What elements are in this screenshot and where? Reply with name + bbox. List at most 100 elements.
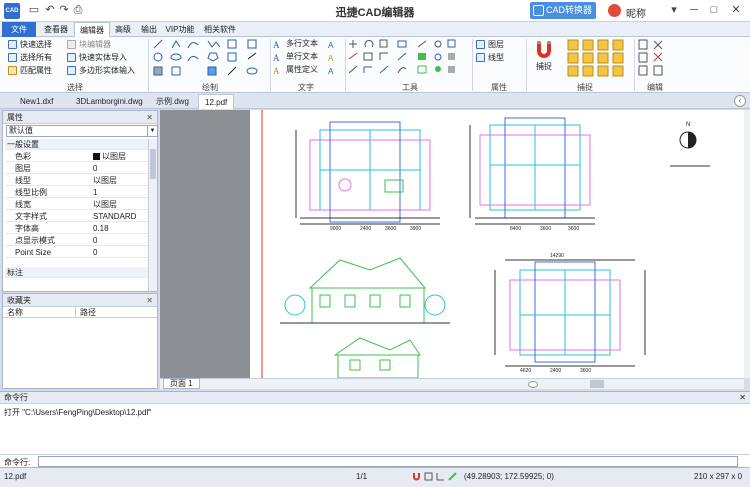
group-label-edit: 编辑 xyxy=(647,83,663,92)
tab-advanced[interactable]: 高级 xyxy=(112,22,134,37)
erase-icon xyxy=(435,66,441,72)
avatar[interactable] xyxy=(608,4,621,17)
mtext-button[interactable]: 多行文本 xyxy=(274,38,318,49)
copy-clip-icon xyxy=(638,39,648,50)
separator xyxy=(270,39,271,91)
prop-row[interactable]: 色彩 以图层 xyxy=(5,151,148,162)
prop-row[interactable]: 字体高 0.18 xyxy=(5,223,148,234)
quick-solid-import-button[interactable]: 快速实体导入 xyxy=(67,52,127,63)
brush-icon xyxy=(247,52,257,60)
dimension-label: 3600 xyxy=(568,226,580,232)
text-find-icon: A xyxy=(328,67,334,76)
canvas-vertical-scrollbar[interactable] xyxy=(744,110,750,378)
polygon-icon xyxy=(207,52,219,62)
canvas-horizontal-scrollbar[interactable] xyxy=(160,378,744,389)
column-path[interactable]: 路径 xyxy=(75,307,96,318)
drawing-canvas[interactable]: 9000 2400 3600 3900 8400 3600 3600 14290… xyxy=(160,110,744,378)
section-general[interactable]: 一般设置 xyxy=(5,139,148,150)
pen-icon xyxy=(227,66,237,76)
linetype-button[interactable]: 线型 xyxy=(476,52,504,63)
draw-tools-grid xyxy=(153,39,258,76)
snap-intersection-icon xyxy=(582,52,594,64)
doc-tab-example[interactable]: 示例.dwg xyxy=(150,94,195,109)
region-icon xyxy=(171,66,181,76)
match-properties-button[interactable]: 匹配属性 xyxy=(8,65,52,76)
insert-icon xyxy=(247,39,257,49)
attdef-button[interactable]: 属性定义 xyxy=(274,64,318,75)
layer-button[interactable]: 图层 xyxy=(476,39,504,50)
title-bar: CAD ▭ ↶ ↷ ⎙ 迅捷CAD编辑器 CAD转换器 昵称 ▾ ─ □ ✕ xyxy=(0,0,750,22)
column-name[interactable]: 名称 xyxy=(7,307,23,318)
group-label-select: 选择 xyxy=(67,83,83,92)
ortho-toggle-icon[interactable] xyxy=(436,472,445,481)
tab-scroll-icon[interactable]: ‹ xyxy=(734,95,746,107)
scrollbar-thumb[interactable] xyxy=(590,380,604,388)
explode-icon xyxy=(418,53,426,60)
ellipse-icon xyxy=(170,53,182,61)
rect-icon xyxy=(227,39,237,49)
elevation-1 xyxy=(280,257,450,324)
arc-icon xyxy=(187,42,199,49)
username[interactable]: 昵称 xyxy=(626,5,646,20)
trim-icon xyxy=(417,40,427,48)
close-icon[interactable]: ✕ xyxy=(146,294,153,307)
prop-row[interactable]: 线宽 以图层 xyxy=(5,199,148,210)
tab-viewer[interactable]: 查看器 xyxy=(40,22,72,37)
dimension-label: 4620 xyxy=(520,368,532,374)
prop-row[interactable]: 文字样式 STANDARD xyxy=(5,211,148,222)
polygon-solid-input-icon xyxy=(67,66,76,75)
prop-row[interactable]: 线型比例 1 xyxy=(5,187,148,198)
snap-button[interactable]: 捕捉 xyxy=(530,39,558,79)
text-style-icon: A xyxy=(328,41,334,50)
dimension-label: 3900 xyxy=(410,226,422,232)
scrollbar-thumb[interactable] xyxy=(150,149,156,179)
snap-midpoint-icon xyxy=(582,39,594,51)
select-all-button[interactable]: 选择所有 xyxy=(8,52,52,63)
chevron-down-icon: ▼ xyxy=(147,126,157,136)
block-editor-button[interactable]: 块编辑器 xyxy=(67,39,111,50)
status-file: 12.pdf xyxy=(4,472,27,481)
tab-editor[interactable]: 编辑器 xyxy=(74,22,110,38)
snap-modes-grid xyxy=(567,39,624,77)
dimension-label: 3600 xyxy=(385,226,397,232)
prop-row[interactable]: Point Size 0 xyxy=(5,247,148,258)
snap-nearest-icon xyxy=(582,65,594,77)
close-icon[interactable]: ✕ xyxy=(728,3,744,18)
section-annotation[interactable]: 标注 xyxy=(5,267,148,278)
page-tab-1[interactable]: 页面 1 xyxy=(163,378,200,389)
snap-toggle-icon[interactable] xyxy=(412,472,421,481)
tab-output[interactable]: 输出 xyxy=(138,22,160,37)
group-label-properties: 属性 xyxy=(491,83,507,92)
skin-icon[interactable]: ▾ xyxy=(666,3,682,18)
command-input[interactable] xyxy=(38,456,738,467)
status-page: 1/1 xyxy=(356,472,368,481)
quick-select-button[interactable]: 快速选择 xyxy=(8,39,52,50)
color-swatch xyxy=(93,153,100,160)
stext-button[interactable]: 单行文本 xyxy=(274,51,318,62)
dimension-label: 2400 xyxy=(550,368,562,374)
edit-icons xyxy=(638,39,663,76)
polygon-solid-input-button[interactable]: 多边形实体输入 xyxy=(67,65,135,76)
scroll-left-icon[interactable] xyxy=(528,381,538,388)
prop-row[interactable]: 点显示模式 0 xyxy=(5,235,148,246)
tab-vip[interactable]: VIP功能 xyxy=(164,22,196,37)
properties-filter-select[interactable]: 默认值 ▼ xyxy=(6,125,158,137)
snap-extension-icon xyxy=(612,65,624,77)
maximize-icon[interactable]: □ xyxy=(706,3,722,18)
tab-related-software[interactable]: 相关软件 xyxy=(200,22,240,37)
minimize-icon[interactable]: ─ xyxy=(686,3,702,18)
doc-tab-12pdf[interactable]: 12.pdf xyxy=(198,94,235,109)
prop-row[interactable]: 线型 以图层 xyxy=(5,175,148,186)
doc-tab-new1[interactable]: New1.dxf xyxy=(14,94,59,109)
close-icon[interactable]: ✕ xyxy=(146,111,153,124)
grid-toggle-icon[interactable] xyxy=(424,472,433,481)
cad-converter-button[interactable]: CAD转换器 xyxy=(530,2,596,19)
properties-scrollbar[interactable] xyxy=(148,139,157,291)
doc-tab-3dlamborgini[interactable]: 3DLamborgini.dwg xyxy=(70,94,149,109)
favorites-columns: 名称 路径 xyxy=(3,307,157,318)
close-icon[interactable]: ✕ xyxy=(739,392,746,404)
lineweight-toggle-icon[interactable] xyxy=(448,472,457,481)
copy-icon xyxy=(379,39,388,48)
tab-file[interactable]: 文件 xyxy=(2,22,36,37)
prop-row[interactable]: 图层 0 xyxy=(5,163,148,174)
